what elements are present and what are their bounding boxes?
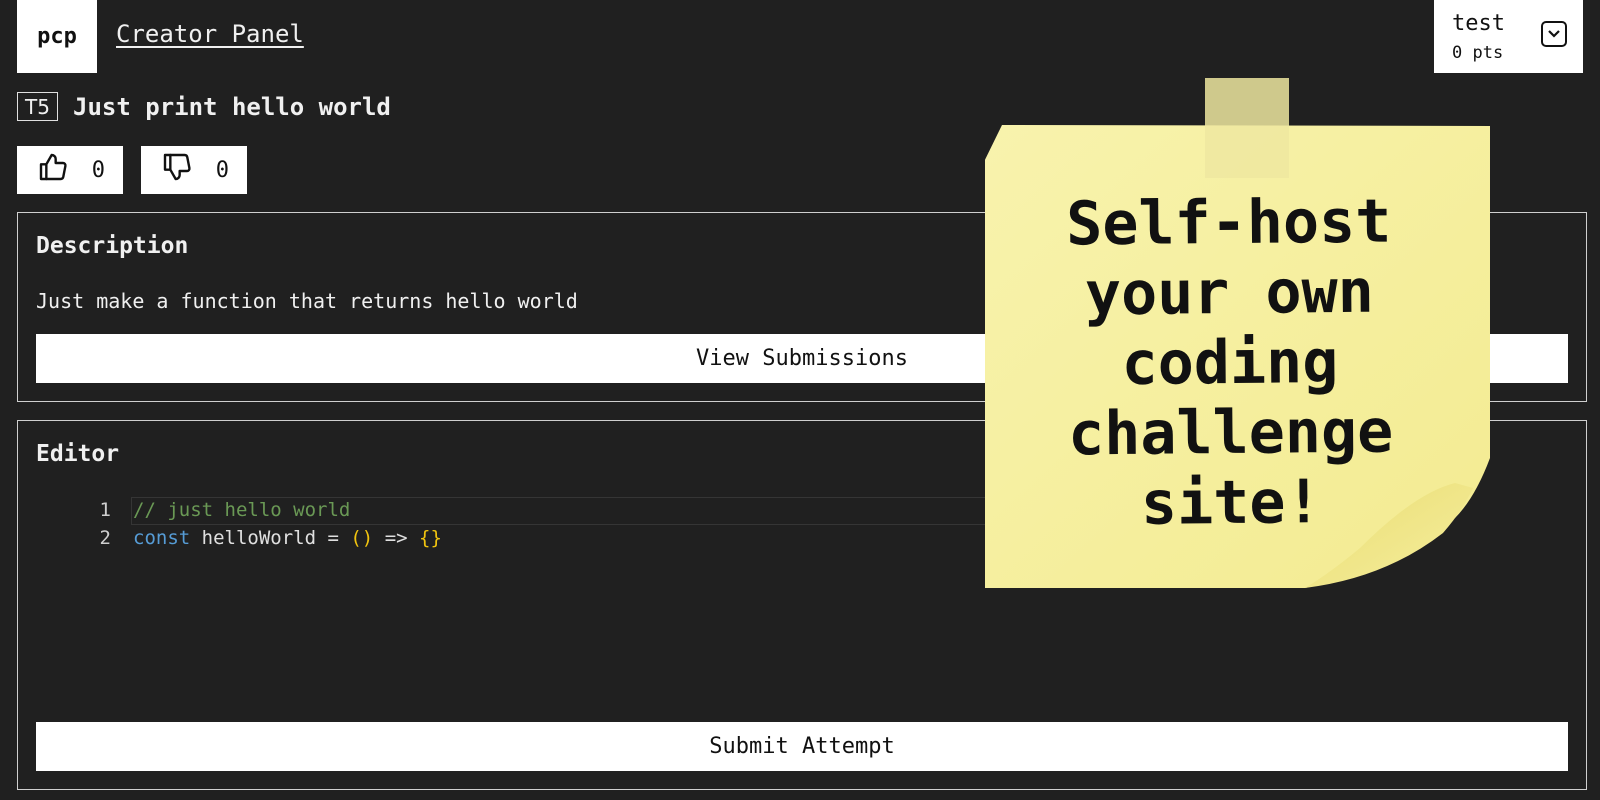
sticky-line: challenge (1067, 396, 1394, 470)
code-arrow: => (373, 527, 420, 549)
downvote-count: 0 (215, 157, 229, 183)
upvote-button[interactable]: 0 (17, 146, 123, 194)
site-logo[interactable]: pcp (17, 0, 97, 73)
description-heading: Description (36, 233, 189, 259)
downvote-button[interactable]: 0 (141, 146, 247, 194)
sticky-line: your own (1084, 256, 1375, 330)
problem-header: T5 Just print hello world (17, 92, 391, 121)
upvote-count: 0 (91, 157, 105, 183)
code-identifier: helloWorld = (190, 527, 351, 549)
code-braces: {} (419, 527, 442, 549)
sticky-note: Self-host your own coding challenge site… (985, 78, 1490, 603)
sticky-note-text: Self-host your own coding challenge site… (1028, 186, 1431, 539)
sticky-line: site! (1140, 467, 1322, 539)
line-number: 2 (99, 527, 111, 549)
chevron-down-icon[interactable] (1541, 21, 1567, 47)
user-menu[interactable]: test 0 pts (1434, 0, 1583, 73)
sticky-line: coding (1121, 327, 1339, 399)
code-keyword: const (133, 527, 191, 549)
top-bar: pcp Creator Panel test 0 pts (17, 0, 1583, 73)
thumbs-down-icon (161, 151, 193, 189)
line-number: 1 (99, 499, 111, 521)
description-text: Just make a function that returns hello … (36, 289, 578, 313)
tier-badge: T5 (17, 92, 58, 121)
user-points: 0 pts (1452, 43, 1504, 63)
submit-attempt-button[interactable]: Submit Attempt (36, 722, 1568, 771)
code-parens: () (350, 527, 374, 549)
creator-panel-link[interactable]: Creator Panel (116, 20, 304, 48)
code-text: const helloWorld = () => {} (133, 524, 442, 552)
thumbs-up-icon (37, 151, 69, 189)
editor-heading: Editor (36, 441, 120, 467)
user-name: test (1452, 11, 1505, 36)
problem-title: Just print hello world (73, 92, 391, 121)
sticky-line: Self-host (1065, 186, 1392, 260)
code-comment: // just hello world (133, 499, 351, 521)
